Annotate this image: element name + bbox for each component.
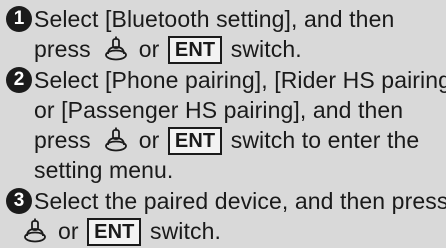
push-switch-icon — [22, 218, 48, 244]
step-1-line-1: Select [Bluetooth setting], and then — [34, 6, 395, 32]
step-2-line-1: Select [Phone pairing], [Rider HS pairin… — [34, 67, 446, 93]
step-3-line-2: or ENT switch. — [22, 216, 221, 246]
step-3-switch-text: switch. — [149, 218, 221, 244]
ent-switch-label: ENT — [167, 36, 223, 64]
step-2-line-4: setting menu. — [34, 157, 174, 183]
instruction-panel: 1 Select [Bluetooth setting], and then p… — [0, 0, 446, 248]
ent-switch-label: ENT — [167, 127, 223, 155]
step-1-press-text: press — [34, 36, 91, 62]
step-2-line-2: or [Passenger HS pairing], and then — [34, 97, 404, 123]
ent-switch-label: ENT — [87, 218, 142, 246]
step-2-press-text: press — [34, 127, 91, 153]
step-number-badge: 3 — [6, 188, 32, 214]
step-number-badge: 2 — [6, 67, 32, 93]
step-3-or-text: or — [58, 218, 79, 244]
step-2-switch-text: switch to enter the — [230, 127, 420, 153]
step-3-line-1: Select the paired device, and then press — [34, 188, 446, 214]
push-switch-icon — [103, 36, 129, 62]
push-switch-icon — [103, 127, 129, 153]
step-1-line-2: press or ENT switch. — [34, 34, 302, 64]
step-2-or-text: or — [138, 127, 160, 153]
step-number-badge: 1 — [6, 6, 32, 32]
step-1-switch-text: switch. — [230, 36, 302, 62]
step-1-or-text: or — [138, 36, 160, 62]
step-2-line-3: press or ENT switch to enter the — [34, 125, 419, 155]
